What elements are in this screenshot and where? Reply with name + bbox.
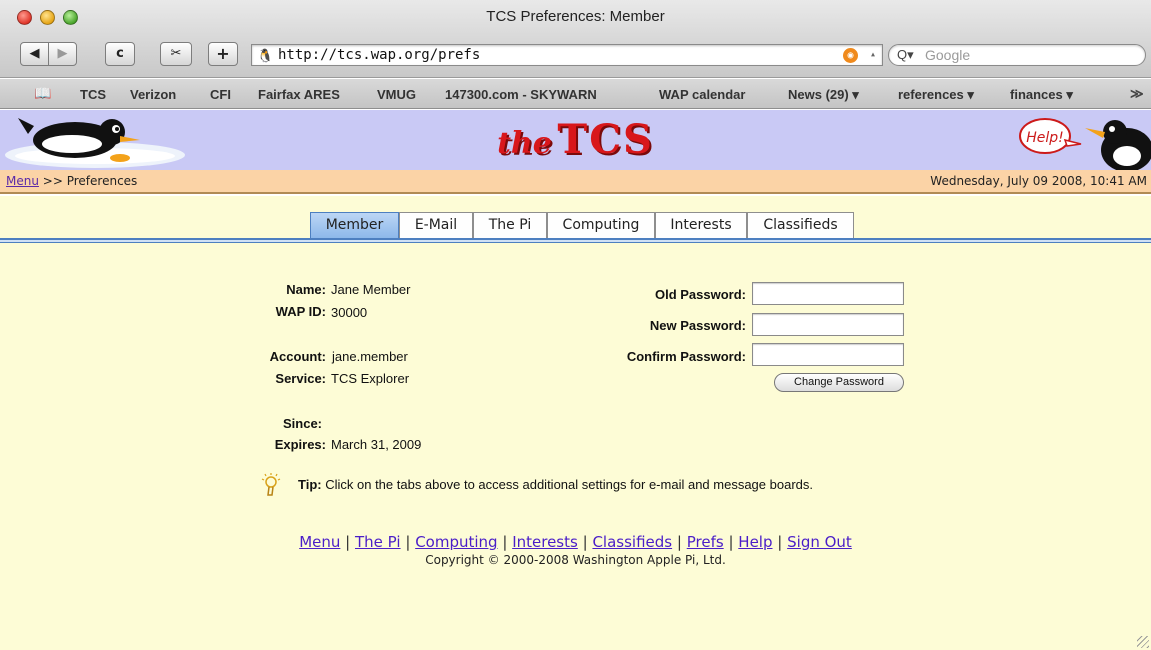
confirm-password-field[interactable] — [752, 343, 904, 366]
footer-link-sign-out[interactable]: Sign Out — [787, 533, 852, 551]
site-favicon-icon: 🐧 — [257, 49, 274, 64]
new-password-label: New Password: — [649, 318, 746, 333]
footer-separator: | — [345, 533, 351, 551]
tab-member[interactable]: Member — [310, 212, 399, 238]
rss-icon[interactable]: ◉ — [843, 48, 858, 63]
more-bookmarks-icon[interactable]: ≫ — [1130, 86, 1144, 102]
wap-id-value: 30000 — [331, 305, 368, 320]
footer-link-classifieds[interactable]: Classifieds — [592, 533, 672, 551]
current-datetime: Wednesday, July 09 2008, 10:41 AM — [930, 174, 1147, 188]
service-value: TCS Explorer — [331, 371, 410, 386]
tab-email[interactable]: E-Mail — [399, 212, 473, 238]
since-label: Since: — [282, 416, 322, 431]
tip-message: Click on the tabs above to access additi… — [325, 477, 813, 492]
logo-tcs: TCS — [557, 116, 654, 163]
site-logo[interactable]: the TCS — [0, 116, 1151, 163]
account-label: Account: — [269, 349, 326, 364]
search-icon: Q▾ — [897, 47, 914, 62]
bookmark-item[interactable]: 147300.com - SKYWARN — [445, 87, 597, 102]
logo-the: the — [497, 126, 552, 161]
reload-icon: c — [116, 46, 124, 61]
footer-link-menu[interactable]: Menu — [299, 533, 340, 551]
tip-label: Tip: — [298, 477, 322, 492]
footer-links: Menu | The Pi | Computing | Interests | … — [0, 533, 1151, 551]
bookmark-item[interactable]: Verizon — [130, 87, 176, 102]
tab-interests[interactable]: Interests — [655, 212, 747, 238]
expires-label: Expires: — [274, 437, 326, 452]
account-value: jane.member — [332, 349, 408, 364]
wap-id-label: WAP ID: — [275, 304, 326, 319]
snapback-button[interactable]: ✂ — [160, 42, 192, 66]
footer-link-interests[interactable]: Interests — [512, 533, 578, 551]
copyright-notice: Copyright © 2000-2008 Washington Apple P… — [425, 553, 726, 567]
footer-separator: | — [728, 533, 734, 551]
footer-separator: | — [582, 533, 588, 551]
reload-button[interactable]: c — [105, 42, 135, 66]
forward-icon: ▶ — [57, 46, 68, 61]
snapback-icon: ✂ — [170, 46, 182, 61]
confirm-password-label: Confirm Password: — [626, 349, 746, 364]
footer-separator: | — [502, 533, 508, 551]
footer-separator: | — [676, 533, 682, 551]
footer-link-help[interactable]: Help — [738, 533, 772, 551]
tab-computing[interactable]: Computing — [547, 212, 655, 238]
address-text: http://tcs.wap.org/prefs — [278, 47, 481, 63]
back-icon: ◀ — [29, 46, 40, 61]
name-value: Jane Member — [331, 282, 411, 297]
breadcrumb-menu-link[interactable]: Menu — [6, 174, 39, 188]
bookmark-folder[interactable]: News (29) ▾ — [788, 87, 859, 103]
bookmark-item[interactable]: CFI — [210, 87, 231, 102]
bookmark-folder[interactable]: references ▾ — [898, 87, 974, 103]
window-title: TCS Preferences: Member — [486, 8, 665, 25]
bookmarks-book-icon[interactable]: 📖 — [34, 85, 51, 102]
help-text: Help! — [1026, 130, 1064, 146]
address-dropdown-icon[interactable]: ▴ — [870, 45, 876, 65]
address-bar[interactable]: 🐧 http://tcs.wap.org/prefs ◉ ▴ — [251, 44, 883, 66]
new-password-field[interactable] — [752, 313, 904, 336]
bookmarks-bar: 📖 TCS Verizon CFI Fairfax ARES VMUG 1473… — [0, 79, 1151, 109]
old-password-label: Old Password: — [654, 287, 746, 302]
bookmark-folder[interactable]: finances ▾ — [1010, 87, 1073, 103]
bookmark-item[interactable]: WAP calendar — [659, 87, 745, 102]
footer-separator: | — [777, 533, 783, 551]
tab-divider — [0, 238, 1151, 243]
service-label: Service: — [275, 371, 326, 386]
breadcrumb: Menu >> Preferences Wednesday, July 09 2… — [0, 170, 1151, 194]
bookmark-item[interactable]: Fairfax ARES — [258, 87, 340, 102]
window-titlebar: TCS Preferences: Member ◀ ▶ c ✂ + 🐧 http… — [0, 0, 1151, 78]
back-button[interactable]: ◀ — [20, 42, 49, 66]
name-label: Name: — [286, 282, 326, 297]
search-placeholder: Google — [925, 47, 971, 63]
tip-text: Tip: Click on the tabs above to access a… — [298, 477, 813, 492]
tab-the-pi[interactable]: The Pi — [473, 212, 547, 238]
footer-link-computing[interactable]: Computing — [415, 533, 497, 551]
plus-icon: + — [216, 44, 230, 63]
footer-link-prefs[interactable]: Prefs — [687, 533, 724, 551]
tab-classifieds[interactable]: Classifieds — [747, 212, 854, 238]
footer-separator: | — [405, 533, 411, 551]
breadcrumb-current: Preferences — [66, 174, 138, 188]
add-bookmark-button[interactable]: + — [208, 42, 238, 66]
breadcrumb-separator: >> — [42, 174, 63, 188]
lightbulb-icon — [261, 473, 281, 496]
old-password-field[interactable] — [752, 282, 904, 305]
window-resize-handle[interactable] — [1137, 636, 1149, 648]
footer-link-the-pi[interactable]: The Pi — [355, 533, 401, 551]
change-password-button[interactable]: Change Password — [774, 373, 904, 392]
bookmark-item[interactable]: VMUG — [377, 87, 416, 102]
forward-button[interactable]: ▶ — [48, 42, 77, 66]
bookmark-item[interactable]: TCS — [80, 87, 106, 102]
expires-value: March 31, 2009 — [331, 437, 422, 452]
main-content: Member E-Mail The Pi Computing Interests… — [0, 196, 1151, 650]
site-header: the TCS Help! — [0, 110, 1151, 170]
search-field[interactable]: Q▾ Google — [888, 44, 1146, 66]
help-penguin-graphic[interactable]: Help! — [1015, 110, 1151, 170]
